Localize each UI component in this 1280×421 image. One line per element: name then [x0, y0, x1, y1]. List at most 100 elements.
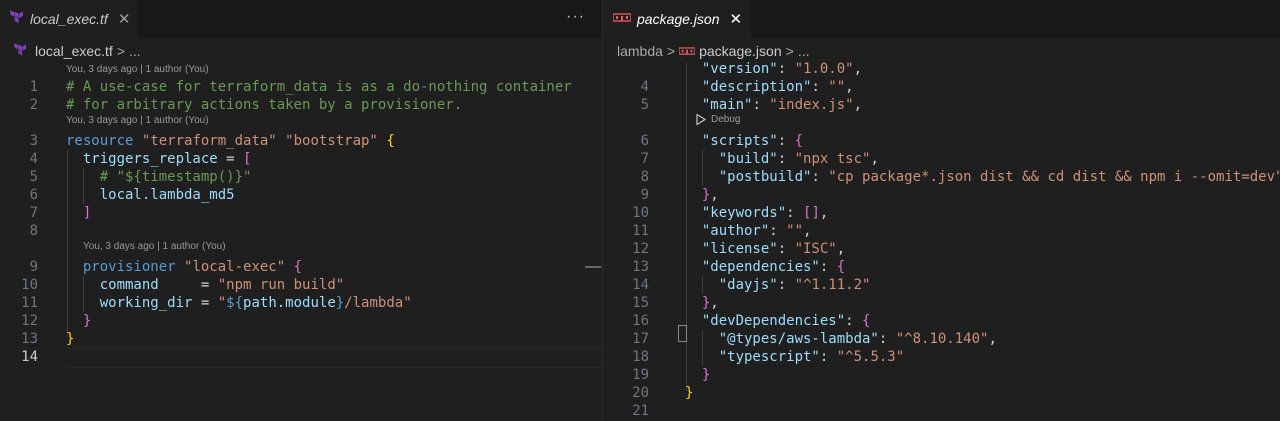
code-token: path.module — [243, 295, 336, 311]
line-number: 19 — [632, 367, 649, 383]
code-token: , — [803, 223, 812, 239]
code-editor-left[interactable]: You, 3 days ago | 1 author (You) You, 3 … — [0, 63, 602, 421]
codelens-blame[interactable]: You, 3 days ago | 1 author (You) — [83, 240, 226, 253]
tab-package-json[interactable]: package.json ✕ — [603, 0, 751, 38]
code-line[interactable]: 11 "author": "", — [603, 222, 1280, 240]
code-line[interactable]: 17 "@types/aws-lambda": "^8.10.140", — [603, 330, 1280, 348]
breadcrumb-symbols[interactable]: ... — [798, 43, 810, 59]
code-text: # "${timestamp()}" — [66, 168, 252, 186]
code-line[interactable]: 7 "build": "npx tsc", — [603, 150, 1280, 168]
code-token: , — [710, 295, 719, 311]
more-actions-icon[interactable]: ··· — [566, 8, 585, 26]
close-icon[interactable]: ✕ — [730, 10, 743, 28]
code-line[interactable]: 2 # for arbitrary actions taken by a prov… — [0, 96, 602, 114]
code-line[interactable]: 13 "dependencies": { — [603, 258, 1280, 276]
code-line[interactable]: 14 "dayjs": "^1.11.2" — [603, 276, 1280, 294]
code-line[interactable]: 4 "description": "", — [603, 78, 1280, 96]
code-editor-right[interactable]: Debug "version": "1.0.0", 4 "description"… — [603, 60, 1280, 421]
tab-local-exec-tf[interactable]: local_exec.tf ✕ — [0, 0, 138, 38]
breadcrumb-folder[interactable]: lambda — [617, 43, 663, 59]
code-line[interactable]: 6 "scripts": { — [603, 132, 1280, 150]
code-token: # for arbitrary actions taken by a provi… — [66, 97, 463, 113]
code-token: "typescript" — [718, 349, 820, 365]
code-text: "devDependencies": { — [685, 312, 871, 330]
code-line[interactable]: 10 "keywords": [], — [603, 204, 1280, 222]
code-line[interactable]: 5 "main": "index.js", — [603, 96, 1280, 114]
code-token: "scripts" — [701, 133, 778, 149]
code-line[interactable]: 15 }, — [603, 294, 1280, 312]
scrollbar-marker[interactable] — [585, 266, 601, 268]
codelens-debug[interactable]: Debug — [696, 113, 740, 126]
code-line[interactable]: 1 # A use-case for terraform_data is as a… — [0, 78, 602, 96]
code-line[interactable]: 18 "typescript": "^5.5.3" — [603, 348, 1280, 366]
code-token: : — [819, 349, 837, 365]
code-token: , — [853, 97, 863, 113]
code-token: : — [777, 151, 795, 167]
code-token: } — [685, 385, 694, 401]
codelens-debug-label: Debug — [711, 114, 741, 125]
code-token: "npx tsc" — [794, 151, 871, 167]
code-token: "" — [828, 79, 846, 95]
code-line[interactable]: 8 — [0, 222, 602, 240]
code-token: command — [99, 277, 159, 293]
breadcrumb-file[interactable]: local_exec.tf — [35, 43, 113, 59]
breadcrumb-file[interactable]: package.json — [699, 43, 782, 59]
code-line[interactable]: 5 # "${timestamp()}" — [0, 168, 602, 186]
code-line[interactable]: 3 resource "terraform_data" "bootstrap" { — [0, 132, 602, 150]
code-token: "description" — [701, 79, 812, 95]
close-icon[interactable]: ✕ — [118, 10, 131, 28]
code-text: provisioner "local-exec" { — [66, 258, 302, 276]
breadcrumb: local_exec.tf > ... — [0, 38, 602, 64]
code-token: ${ — [226, 295, 244, 311]
line-number: 5 — [640, 97, 649, 113]
code-line[interactable]: "version": "1.0.0", — [603, 60, 1280, 78]
code-line[interactable]: 19 } — [603, 366, 1280, 384]
code-line[interactable]: 10 command = "npm run build" — [0, 276, 602, 294]
code-token: " — [217, 295, 227, 311]
code-token: , — [988, 331, 997, 347]
code-line[interactable]: 9 }, — [603, 186, 1280, 204]
code-line[interactable]: 4 triggers_replace = [ — [0, 150, 602, 168]
code-token: provisioner — [82, 259, 176, 275]
code-line[interactable]: 12 } — [0, 312, 602, 330]
code-line[interactable]: 11 working_dir = "${path.module}/lambda" — [0, 294, 602, 312]
code-line[interactable]: 6 local.lambda_md5 — [0, 186, 602, 204]
breadcrumb-symbols[interactable]: ... — [129, 43, 141, 59]
codelens-blame[interactable]: You, 3 days ago | 1 author (You) — [66, 114, 209, 127]
code-line[interactable]: 7 ] — [0, 204, 602, 222]
code-token: "^1.11.2" — [794, 277, 871, 293]
code-token: "keywords" — [701, 205, 787, 221]
code-token: "build" — [718, 151, 778, 167]
code-token: [] — [803, 205, 820, 221]
codelens-blame[interactable]: You, 3 days ago | 1 author (You) — [66, 63, 209, 76]
code-token: "1.0.0" — [794, 61, 854, 77]
line-number: 17 — [632, 331, 649, 347]
code-token: { — [386, 133, 395, 149]
code-line[interactable]: 9 provisioner "local-exec" { — [0, 258, 602, 276]
line-number: 12 — [21, 313, 38, 329]
code-line[interactable]: 12 "license": "ISC", — [603, 240, 1280, 258]
line-number: 9 — [640, 187, 649, 203]
code-text: "scripts": { — [685, 132, 803, 150]
code-line[interactable]: 13} — [0, 330, 602, 348]
left-editor-group: local_exec.tf ✕ ··· local_exec.tf > ... … — [0, 0, 602, 421]
code-token: , — [836, 241, 846, 257]
code-line[interactable]: 16 "devDependencies": { — [603, 312, 1280, 330]
line-number: 21 — [632, 403, 649, 419]
line-number: 9 — [29, 259, 38, 275]
code-line[interactable]: 8 "postbuild": "cp package*.json dist &&… — [603, 168, 1280, 186]
code-line[interactable]: 21 — [603, 402, 1280, 420]
code-line[interactable]: 20} — [603, 384, 1280, 402]
code-line[interactable]: 14 — [0, 348, 602, 366]
